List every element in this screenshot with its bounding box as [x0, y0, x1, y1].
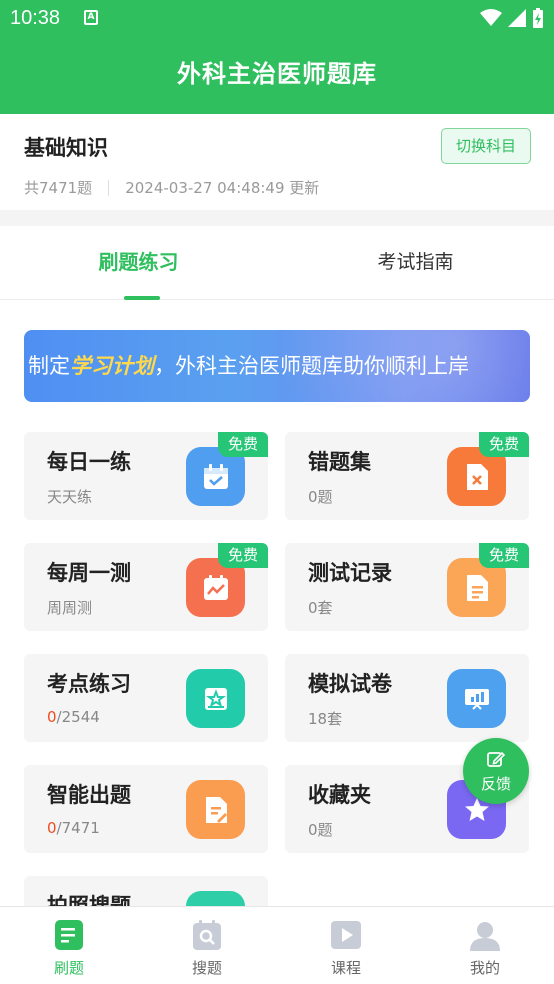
nav-label: 课程 [330, 959, 361, 977]
signal-icon [508, 9, 526, 27]
card-title: 收藏夹 [308, 783, 371, 807]
done-count: 0 [47, 819, 57, 837]
switch-subject-button[interactable]: 切换科目 [441, 128, 531, 164]
tab-exam-guide-label: 考试指南 [377, 251, 454, 273]
card-subtitle: 0题 [308, 821, 333, 839]
banner-prefix: 制定 [28, 354, 70, 378]
card-subtitle: 0/7471 [47, 819, 100, 837]
search-icon [193, 920, 221, 950]
card-subtitle: 18套 [308, 710, 343, 728]
tab-bar: 刷题练习 考试指南 [0, 226, 554, 300]
edit-doc-icon [186, 780, 245, 839]
feedback-button[interactable]: 反馈 [463, 738, 529, 804]
card-subtitle: 0套 [308, 599, 333, 617]
wifi-icon [480, 9, 502, 26]
sim-badge: A [84, 10, 98, 25]
star-badge-icon [186, 669, 245, 728]
section-divider [0, 210, 554, 226]
free-badge: 免费 [218, 543, 268, 568]
bottom-nav: 刷题 搜题 课程 我的 [0, 906, 554, 984]
edit-icon [487, 751, 505, 767]
card-subtitle: 周周测 [47, 599, 93, 617]
card-title: 智能出题 [47, 783, 131, 807]
nav-label: 我的 [469, 959, 500, 977]
card-wrong-questions[interactable]: 错题集 0题 免费 [285, 432, 529, 520]
nav-label: 刷题 [53, 959, 84, 977]
nav-profile[interactable]: 我的 [416, 907, 554, 984]
app-bar: 外科主治医师题库 [0, 38, 554, 114]
banner-emphasis: 学习计划 [70, 354, 154, 378]
question-count: 共7471题 [24, 179, 93, 197]
free-badge: 免费 [218, 432, 268, 457]
subject-name: 基础知识 [24, 136, 108, 160]
battery-icon [533, 8, 543, 28]
card-test-records[interactable]: 测试记录 0套 免费 [285, 543, 529, 631]
card-title: 每周一测 [47, 561, 131, 585]
tab-practice-label: 刷题练习 [98, 250, 179, 274]
feedback-label: 反馈 [480, 775, 511, 793]
card-title: 模拟试卷 [308, 672, 392, 696]
status-bar: 10:38 A [0, 0, 554, 38]
nav-courses[interactable]: 课程 [277, 907, 415, 984]
free-badge: 免费 [479, 432, 529, 457]
practice-icon [55, 920, 83, 950]
free-badge: 免费 [479, 543, 529, 568]
card-title: 错题集 [308, 450, 371, 474]
card-smart-quiz[interactable]: 智能出题 0/7471 [24, 765, 268, 853]
study-plan-banner[interactable]: 制定学习计划，外科主治医师题库助你顺利上岸 [24, 330, 530, 402]
presentation-chart-icon [447, 669, 506, 728]
banner-suffix: ，外科主治医师题库助你顺利上岸 [154, 354, 469, 378]
subject-panel: 基础知识 共7471题 2024-03-27 04:48:49 更新 切换科目 [0, 114, 554, 210]
card-daily-practice[interactable]: 每日一练 天天练 免费 [24, 432, 268, 520]
done-count: 0 [47, 708, 57, 726]
total-count: /2544 [56, 708, 100, 726]
tab-practice[interactable]: 刷题练习 [0, 226, 277, 300]
tab-exam-guide[interactable]: 考试指南 [277, 226, 554, 300]
card-weekly-test[interactable]: 每周一测 周周测 免费 [24, 543, 268, 631]
card-subtitle: 0题 [308, 488, 333, 506]
status-time: 10:38 [10, 7, 61, 29]
meta-divider [108, 179, 110, 196]
card-title: 每日一练 [47, 450, 131, 474]
page-title: 外科主治医师题库 [177, 60, 377, 88]
card-mock-exam[interactable]: 模拟试卷 18套 [285, 654, 529, 742]
card-subtitle: 0/2544 [47, 708, 100, 726]
total-count: /7471 [56, 819, 100, 837]
subject-meta: 共7471题 2024-03-27 04:48:49 更新 [24, 177, 319, 198]
video-play-icon [331, 921, 361, 949]
profile-icon [470, 922, 500, 951]
card-title: 考点练习 [47, 672, 131, 696]
card-subtitle: 天天练 [47, 488, 93, 506]
card-title: 测试记录 [308, 561, 392, 585]
banner-text: 制定学习计划，外科主治医师题库助你顺利上岸 [28, 330, 469, 402]
nav-search[interactable]: 搜题 [138, 907, 276, 984]
card-keypoint-practice[interactable]: 考点练习 0/2544 [24, 654, 268, 742]
nav-practice[interactable]: 刷题 [0, 907, 138, 984]
nav-label: 搜题 [191, 959, 222, 977]
status-icons [480, 8, 544, 28]
update-time: 2024-03-27 04:48:49 更新 [125, 179, 320, 197]
active-tab-indicator [124, 296, 160, 300]
